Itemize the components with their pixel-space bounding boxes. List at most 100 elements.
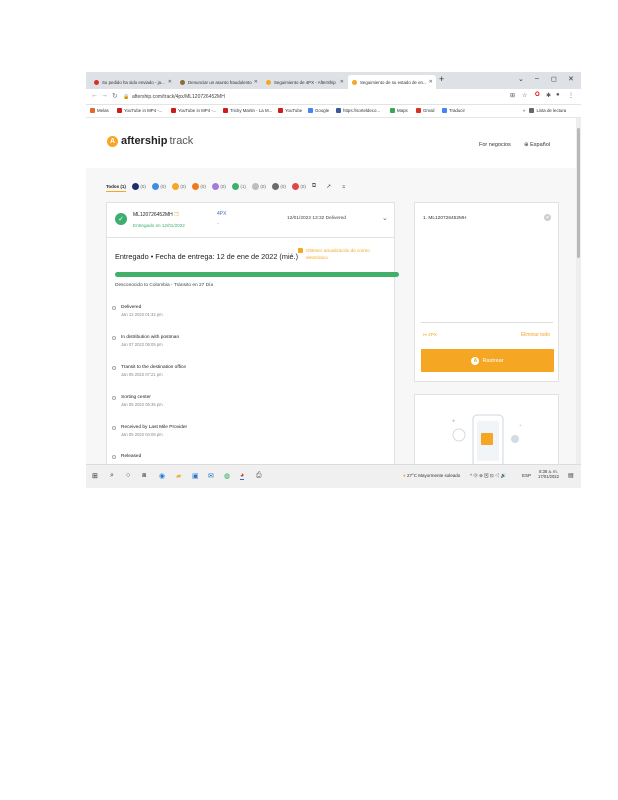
- new-tab-button[interactable]: +: [439, 74, 444, 84]
- close-icon[interactable]: ✕: [166, 79, 172, 85]
- tab-aftership-active[interactable]: Seguimiento de su estado de en... ✕: [348, 75, 436, 89]
- courier-selector[interactable]: ↦ 4PX: [423, 332, 437, 338]
- logo-word: aftership: [121, 135, 168, 147]
- filter-in-transit[interactable]: (0): [171, 182, 186, 190]
- tab-search-button[interactable]: ⌄: [518, 75, 524, 83]
- pending-icon: [131, 182, 139, 190]
- globe-icon: ⊕: [524, 142, 529, 148]
- timeline-dot: [112, 336, 116, 340]
- search-icon[interactable]: ⌕: [110, 472, 114, 480]
- bookmark-label: Google: [315, 108, 330, 113]
- copy-icon[interactable]: ❐: [174, 212, 178, 218]
- task-view-icon[interactable]: ⧈: [142, 472, 146, 480]
- store-icon[interactable]: ▣: [192, 472, 199, 480]
- copy-icon[interactable]: ⧉: [312, 183, 316, 190]
- share-icon[interactable]: ➚: [326, 183, 331, 190]
- notifications-icon[interactable]: ▤: [568, 472, 574, 479]
- clear-all-link[interactable]: Eliminar todo: [521, 332, 550, 338]
- filter-all[interactable]: Todos (1): [106, 184, 126, 192]
- bookmark-item[interactable]: YouTube in MP4 -...: [171, 108, 216, 113]
- phone-illustration: ✦ +: [451, 414, 522, 464]
- bookmark-item[interactable]: Traducir: [442, 108, 465, 113]
- business-link[interactable]: For negocios: [479, 142, 511, 148]
- bookmark-label: Traducir: [449, 108, 465, 113]
- filter-out-for-delivery[interactable]: (0): [191, 182, 206, 190]
- bookmark-item[interactable]: Maps: [390, 108, 408, 113]
- close-icon[interactable]: ✕: [427, 79, 433, 85]
- tray-icons[interactable]: ^ ⓪ ⊛ ⊠ ⊡ ◁ 🔊: [470, 473, 506, 479]
- collapse-icon[interactable]: ⌅: [341, 183, 346, 190]
- language-selector[interactable]: ⊕ Español: [524, 142, 550, 148]
- chevron-down-icon[interactable]: ⌄: [382, 214, 388, 222]
- avatar[interactable]: ●: [556, 92, 560, 98]
- edge-icon[interactable]: ◉: [159, 472, 165, 480]
- url-field[interactable]: aftership.com/track/4px/ML120726452MH: [132, 94, 225, 100]
- translate-icon[interactable]: ⊞: [510, 92, 515, 99]
- clear-icon[interactable]: ✕: [544, 214, 551, 221]
- filter-failed[interactable]: (0): [271, 182, 286, 190]
- tab-title: Denunciar un asunto fraudulento: [188, 79, 252, 85]
- event-title: Delivered: [121, 305, 142, 310]
- mail-icon[interactable]: ✉: [208, 472, 214, 480]
- status-filter-bar: Todos (1) (0) (0) (0) (0) (0) (1) (0) (0…: [106, 181, 356, 192]
- bookmark-item[interactable]: Gmail: [416, 108, 434, 113]
- opera-extension-icon[interactable]: O: [535, 92, 540, 98]
- courier-label: 4PX: [428, 332, 437, 337]
- page-scrollbar[interactable]: [576, 118, 581, 464]
- close-icon[interactable]: ✕: [252, 79, 258, 85]
- tab-paypal[interactable]: Denunciar un asunto fraudulento ✕: [176, 75, 262, 89]
- tab-aftership-4px[interactable]: Seguimiento de 4PX - AfterShip ✕: [262, 75, 348, 89]
- cortana-icon[interactable]: ○: [126, 472, 130, 479]
- shipment-row[interactable]: ✓ ML120726452MH ❐ Entregado en 12/01/202…: [106, 202, 395, 238]
- input-language[interactable]: ESP: [522, 473, 531, 478]
- close-icon[interactable]: ✕: [338, 79, 344, 85]
- timeline-dot: [112, 426, 116, 430]
- close-window-button[interactable]: ✕: [568, 75, 574, 83]
- reload-icon[interactable]: ↻: [112, 92, 118, 100]
- printer-icon[interactable]: ⎙: [256, 472, 262, 480]
- filter-delivered[interactable]: (1): [231, 182, 246, 190]
- event-title: Transit to the destination office: [121, 365, 187, 370]
- bookmark-item[interactable]: YouTube: [278, 108, 302, 113]
- bookmark-star-icon[interactable]: ☆: [522, 92, 527, 99]
- clock[interactable]: 8:38 a. m. 17/01/2022: [538, 469, 559, 479]
- filter-exception[interactable]: (0): [291, 182, 306, 190]
- bookmark-item[interactable]: YouTube in MP4 -...: [117, 108, 162, 113]
- email-update-link[interactable]: Obtener actualización de correo electrón…: [306, 247, 388, 261]
- forward-arrow-icon[interactable]: →: [101, 92, 108, 99]
- maximize-button[interactable]: ◻: [551, 75, 557, 83]
- carrier-name[interactable]: 4PX: [217, 211, 226, 217]
- chrome-icon[interactable]: ◕: [240, 472, 245, 480]
- extensions-puzzle-icon[interactable]: ✱: [546, 92, 551, 99]
- file-explorer-icon[interactable]: ▰: [176, 472, 181, 480]
- sun-icon: ●: [403, 473, 406, 478]
- minimize-button[interactable]: –: [535, 75, 539, 82]
- language-label: Español: [530, 142, 551, 148]
- windows-start-icon[interactable]: ⊞: [92, 472, 98, 480]
- back-arrow-icon[interactable]: ←: [91, 92, 98, 99]
- filter-expired[interactable]: (0): [251, 182, 266, 190]
- reading-list[interactable]: » Lista de lectura: [523, 108, 566, 113]
- bookmark-label: Gmail: [423, 108, 435, 113]
- reading-list-icon: [529, 108, 535, 113]
- tracking-textarea[interactable]: 1. ML120726452MH ✕: [421, 211, 553, 323]
- aftership-logo[interactable]: A aftership track: [107, 135, 193, 147]
- filter-pending[interactable]: (0): [131, 182, 146, 190]
- progress-fill: [115, 272, 399, 277]
- menu-kebab-icon[interactable]: ⋮: [568, 92, 574, 99]
- bookmark-item[interactable]: Google: [308, 108, 329, 113]
- weather-widget[interactable]: ● 27°C Mayormente soleado: [403, 473, 460, 478]
- bookmark-label: YouTube in MP4 -...: [124, 108, 163, 113]
- scrollbar-thumb[interactable]: [577, 128, 580, 258]
- track-button[interactable]: A Rastrear: [421, 349, 554, 372]
- event-time: Jan 05 2022 05:35 pm: [121, 402, 163, 407]
- filter-info-received[interactable]: (0): [151, 182, 166, 190]
- filter-pickup[interactable]: (0): [211, 182, 226, 190]
- tab-gmail[interactable]: Su pedido ha sido enviado - ja... ✕: [90, 75, 176, 89]
- bookmark-item[interactable]: Melas: [90, 108, 109, 113]
- bookmark-item[interactable]: https://sorteldeco...: [336, 108, 380, 113]
- whatsapp-icon[interactable]: ◍: [224, 472, 230, 480]
- bookmark-item[interactable]: Tricky Martin - La M...: [223, 108, 272, 113]
- lock-icon[interactable]: 🔒: [123, 94, 129, 100]
- aftership-icon: [266, 79, 271, 85]
